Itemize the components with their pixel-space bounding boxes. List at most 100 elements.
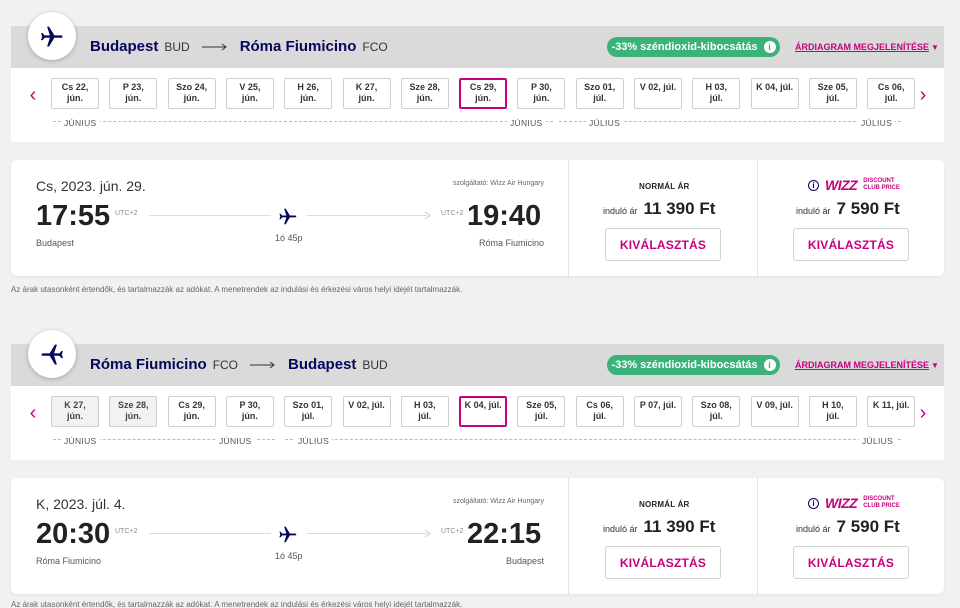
date-chip-line1: Szo 01, (292, 400, 324, 410)
date-chip[interactable]: Sze 28, jún. (400, 78, 449, 109)
date-chip-line1: Szo 24, (176, 82, 208, 92)
date-chip-line2: jún. (475, 93, 492, 103)
arrival-city: Róma Fiumicino (478, 238, 544, 248)
outbound-section: Budapest BUD Róma Fiumicino FCO -33% szé… (0, 12, 960, 276)
date-chip[interactable]: H 26, jún. (284, 78, 333, 109)
info-icon[interactable]: i (808, 179, 819, 191)
date-chip[interactable]: P 30, jún. (517, 78, 566, 109)
arrival-time: 19:40 (467, 200, 542, 232)
card-divider (757, 478, 758, 594)
departure-time: 20:30 (36, 518, 111, 550)
prev-dates-button[interactable]: ‹ (23, 401, 43, 424)
date-chip[interactable]: Sze 05, júl. (808, 78, 857, 109)
date-chip[interactable]: Cs 29, jún. (459, 78, 508, 109)
departure-time: 17:55 (36, 200, 111, 232)
next-dates-button[interactable]: › (913, 84, 933, 106)
plane-icon (279, 526, 297, 543)
date-chip[interactable]: H 03, júl. (400, 396, 449, 427)
price-amount: 11 390 Ft (643, 199, 716, 218)
date-chip-line2: júl. (593, 411, 607, 421)
operator-label: szolgáltató: Wizz Air Hungary (452, 180, 544, 187)
wizz-logo-text: WIZZ (825, 177, 858, 193)
co2-label: -33% széndioxid-kibocsátás (611, 359, 758, 371)
date-chip[interactable]: Szo 08, júl. (692, 396, 741, 427)
flight-path-line (307, 533, 427, 534)
date-chip[interactable]: P 23, jún. (109, 78, 158, 109)
date-chip[interactable]: K 04, júl. (459, 396, 508, 427)
date-chip-line2: júl. (709, 411, 723, 421)
flight-path-line (307, 215, 427, 216)
co2-badge[interactable]: -33% széndioxid-kibocsátás i (607, 37, 780, 57)
date-chip[interactable]: V 02, júl. (634, 78, 682, 109)
date-chip[interactable]: H 03, júl. (692, 78, 741, 109)
date-chip-line2: jún. (183, 411, 200, 421)
date-chip-line2: jún. (67, 93, 83, 103)
date-chip[interactable]: Cs 06, júl. (575, 396, 624, 427)
date-chip-line1: H 26, (297, 82, 319, 92)
date-chip[interactable]: Cs 06, júl. (867, 78, 916, 109)
date-chip[interactable]: Szo 24, jún. (167, 78, 216, 109)
chevron-down-icon: ▼ (931, 43, 939, 52)
date-chip[interactable]: V 02, júl. (342, 396, 391, 427)
date-chip[interactable]: Sze 05, júl. (517, 396, 566, 427)
date-chip[interactable]: Cs 29, jún. (167, 396, 216, 427)
chevron-left-icon: ‹ (29, 401, 37, 424)
date-chip-line2: jún. (358, 93, 375, 103)
select-club-button[interactable]: KIVÁLASZTÁS (793, 228, 909, 261)
date-chip[interactable]: V 09, júl. (750, 396, 799, 427)
date-chip[interactable]: P 07, júl. (634, 396, 682, 427)
date-chip-line1: H 10, (822, 400, 844, 410)
discount-club-text: DISCOUNT CLUB PRICE (863, 178, 900, 191)
date-chip[interactable]: Szo 01, júl. (284, 396, 333, 427)
price-amount: 11 390 Ft (643, 517, 716, 536)
date-chip[interactable]: Sze 28, jún. (109, 396, 158, 427)
card-divider (757, 160, 758, 276)
date-chip[interactable]: Szo 01, júl. (575, 78, 624, 109)
date-chip[interactable]: H 10, júl. (808, 396, 857, 427)
discount-club-logo: i WIZZ DISCOUNT CLUB PRICE (808, 495, 900, 511)
date-chip-line1: V 02, júl. (639, 82, 677, 92)
route-arrow-icon (250, 361, 276, 369)
select-club-button[interactable]: KIVÁLASZTÁS (793, 546, 909, 579)
date-chip[interactable]: K 04, júl. (750, 78, 799, 109)
flight-duration: 1ó 45p (275, 233, 303, 243)
date-chip[interactable]: Cs 22, jún. (51, 78, 99, 109)
info-icon[interactable]: i (808, 497, 819, 509)
date-chip-line1: H 03, (705, 82, 728, 92)
select-normal-button[interactable]: KIVÁLASZTÁS (605, 228, 721, 261)
select-normal-button[interactable]: KIVÁLASZTÁS (605, 546, 721, 579)
month-label: JÚLIUS (858, 118, 896, 128)
price-chart-link[interactable]: ÁRDIAGRAM MEGJELENÍTÉSE ▼ (795, 42, 939, 52)
flight-date: K, 2023. júl. 4. (36, 496, 126, 512)
card-divider (568, 160, 569, 276)
date-chip[interactable]: K 27, jún. (342, 78, 391, 109)
departure-city: Budapest (36, 238, 75, 248)
date-chip-line2: júl. (709, 93, 723, 103)
date-chip-line2: jún. (125, 93, 142, 103)
club-price: induló ár 7 590 Ft (796, 199, 900, 219)
inbound-date-strip: ‹ K 27, jún. Sze 28, jún. Cs 29, jún. P 30, jún… (11, 386, 944, 460)
departure-timezone: UTC+2 (115, 210, 138, 217)
date-chip-line1: Cs 06, (586, 400, 613, 410)
date-chip-line2: júl. (593, 93, 607, 103)
date-chip-line1: P 30, (239, 400, 261, 410)
outbound-flight-card: Cs, 2023. jún. 29. szolgáltató: Wizz Air… (11, 160, 944, 276)
date-chip[interactable]: V 25, jún. (225, 78, 274, 109)
flight-path-line (149, 533, 271, 534)
date-chip-line1: P 23, (122, 82, 144, 92)
price-disclaimer: Az árak utasonként értendők, és tartalma… (11, 600, 463, 608)
date-chip[interactable]: K 27, jún. (51, 396, 99, 427)
price-amount: 7 590 Ft (836, 517, 900, 536)
date-chip-line1: K 27, (355, 82, 378, 92)
route-arrow-icon (201, 43, 228, 51)
inbound-section: Róma Fiumicino FCO Budapest BUD -33% szé… (0, 330, 960, 606)
date-chip[interactable]: P 30, jún. (225, 396, 274, 427)
co2-badge[interactable]: -33% széndioxid-kibocsátás i (607, 355, 780, 375)
outbound-route: Budapest BUD Róma Fiumicino FCO (90, 38, 388, 55)
price-chart-link[interactable]: ÁRDIAGRAM MEGJELENÍTÉSE ▼ (795, 360, 939, 370)
prev-dates-button[interactable]: ‹ (23, 84, 43, 106)
month-label: JÚNIUS (61, 118, 100, 128)
date-chip-line2: jún. (241, 93, 258, 103)
date-chip[interactable]: K 11, júl. (867, 396, 916, 427)
next-dates-button[interactable]: › (913, 402, 933, 424)
